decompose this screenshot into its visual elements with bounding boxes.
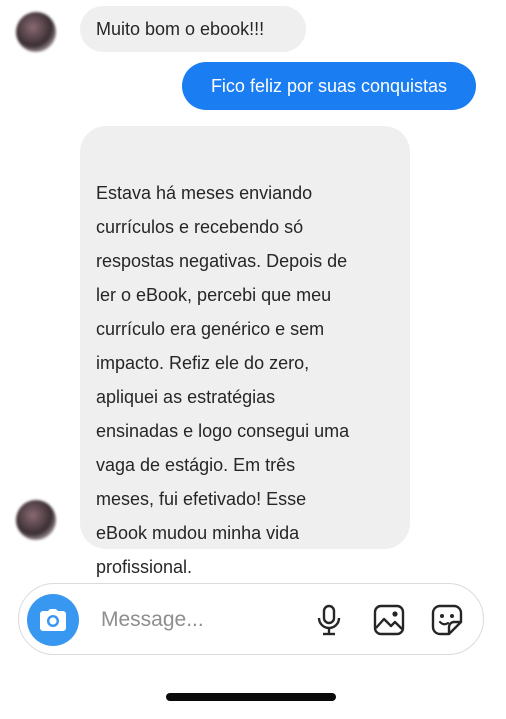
camera-button[interactable] <box>27 594 79 646</box>
sender-avatar[interactable] <box>16 500 56 540</box>
gallery-button[interactable] <box>371 602 407 638</box>
message-input[interactable] <box>99 602 293 638</box>
message-composer <box>18 583 484 655</box>
gallery-icon <box>373 604 405 636</box>
message-text: Estava há meses enviando currículos e re… <box>96 183 350 577</box>
message-text: Muito bom o ebook!!! <box>96 19 265 39</box>
sticker-button[interactable] <box>429 602 465 638</box>
message-bubble-incoming[interactable]: Estava há meses enviando currículos e re… <box>80 126 410 577</box>
camera-icon <box>40 609 66 631</box>
message-text: Fico feliz por suas conquistas <box>210 75 448 96</box>
message-bubble-outgoing[interactable]: Fico feliz por suas conquistas <box>182 62 476 110</box>
sticker-icon <box>431 604 463 636</box>
sender-avatar[interactable] <box>16 12 56 52</box>
microphone-icon <box>317 604 341 636</box>
microphone-button[interactable] <box>311 602 347 638</box>
message-bubble-incoming[interactable]: Muito bom o ebook!!! <box>80 6 306 52</box>
home-indicator <box>166 693 336 701</box>
